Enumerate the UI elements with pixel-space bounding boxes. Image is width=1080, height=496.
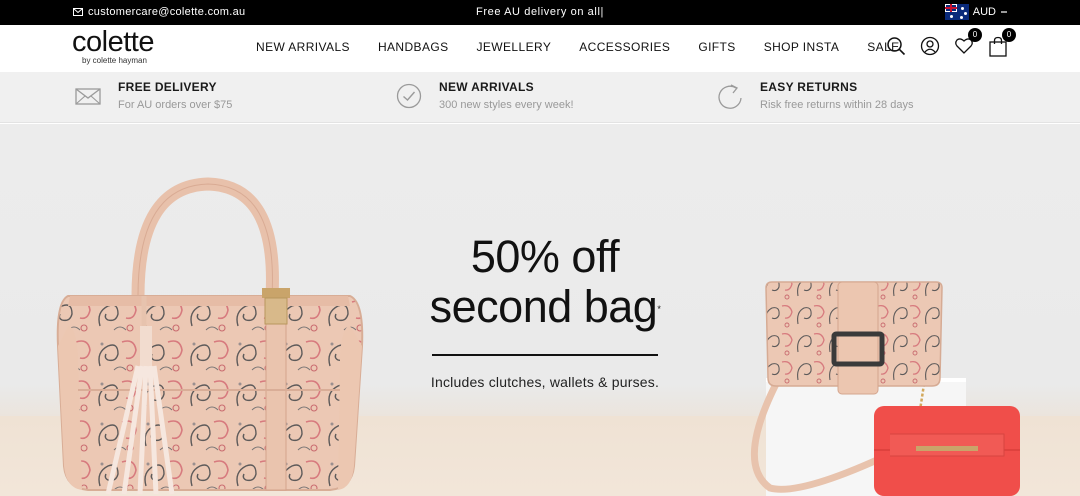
hero-line-1: 50% off: [470, 231, 620, 282]
hero-line-2-text: second bag: [429, 281, 658, 332]
cart-count-badge: 0: [1002, 28, 1016, 42]
nav-accessories[interactable]: ACCESSORIES: [579, 40, 670, 54]
currency-selector[interactable]: AUD: [944, 4, 1008, 20]
header-icons: 0 0: [886, 28, 1016, 58]
australia-flag-icon: [944, 4, 969, 20]
main-header: colette by colette hayman NEW ARRIVALS H…: [0, 25, 1080, 72]
feature-free-delivery[interactable]: FREE DELIVERY For AU orders over $75: [74, 80, 232, 111]
top-bar: customercare@colette.com.au Free AU deli…: [0, 0, 1080, 25]
check-circle-icon: [396, 83, 422, 109]
promo-text: Free AU delivery on all|: [476, 6, 604, 18]
cart-button[interactable]: 0: [988, 28, 1016, 58]
search-icon: [887, 37, 906, 56]
hero-divider: [432, 354, 658, 356]
feature-subtitle: For AU orders over $75: [118, 99, 233, 111]
search-button[interactable]: [886, 36, 906, 58]
features-bar: FREE DELIVERY For AU orders over $75 NEW…: [0, 72, 1080, 123]
feature-title: EASY RETURNS: [760, 80, 858, 94]
wishlist-count-badge: 0: [968, 28, 982, 42]
logo[interactable]: colette by colette hayman: [72, 26, 154, 65]
hero-line-2: second bag*: [420, 282, 670, 332]
logo-subtitle: by colette hayman: [82, 56, 147, 65]
chevron-down-icon: [1001, 11, 1007, 13]
main-nav: NEW ARRIVALS HANDBAGS JEWELLERY ACCESSOR…: [256, 40, 928, 54]
nav-new-arrivals[interactable]: NEW ARRIVALS: [256, 40, 350, 54]
wishlist-button[interactable]: 0: [954, 28, 982, 58]
nav-handbags[interactable]: HANDBAGS: [378, 40, 449, 54]
crossbody-bag-and-wallet-image: [751, 281, 1020, 496]
feature-subtitle: 300 new styles every week!: [439, 99, 574, 111]
hero-banner[interactable]: 50% off second bag* Includes clutches, w…: [0, 124, 1080, 496]
nav-gifts[interactable]: GIFTS: [698, 40, 735, 54]
nav-shop-insta[interactable]: SHOP INSTA: [764, 40, 840, 54]
envelope-icon: [75, 88, 101, 105]
feature-title: NEW ARRIVALS: [439, 80, 534, 94]
paisley-handbag-image: [56, 177, 364, 495]
nav-jewellery[interactable]: JEWELLERY: [477, 40, 552, 54]
hero-subtext: Includes clutches, wallets & purses.: [430, 374, 660, 390]
feature-new-arrivals[interactable]: NEW ARRIVALS 300 new styles every week!: [395, 80, 574, 111]
logo-wordmark[interactable]: colette: [72, 26, 154, 58]
return-arrow-icon: [718, 84, 742, 109]
feature-title: FREE DELIVERY: [118, 80, 217, 94]
currency-label: AUD: [972, 6, 996, 18]
hero-asterisk: *: [657, 304, 661, 314]
account-button[interactable]: [920, 36, 940, 58]
feature-subtitle: Risk free returns within 28 days: [760, 99, 914, 111]
hero-headline: 50% off second bag* Includes clutches, w…: [420, 231, 670, 391]
feature-easy-returns[interactable]: EASY RETURNS Risk free returns within 28…: [716, 80, 913, 111]
user-icon: [920, 36, 940, 56]
